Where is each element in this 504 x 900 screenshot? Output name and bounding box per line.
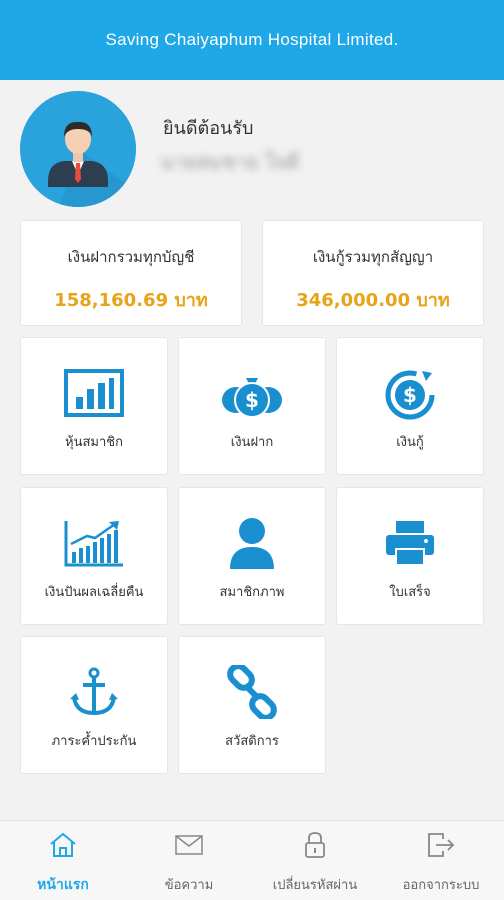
greeting-text: ยินดีต้อนรับ (163, 118, 254, 139)
nav-messages-label: ข้อความ (164, 878, 214, 893)
deposit-summary-value: 158,160.69 บาท (54, 290, 208, 311)
menu-loan[interactable]: $ เงินกู้ (336, 337, 484, 475)
menu-guarantee-label: ภาระค้ำประกัน (51, 734, 137, 749)
printer-icon (337, 514, 483, 572)
nav-logout-label: ออกจากระบบ (402, 878, 480, 893)
menu-dividend-label: เงินปันผลเฉลี่ยคืน (44, 585, 144, 600)
person-icon (179, 514, 325, 572)
nav-home[interactable]: หน้าแรก (0, 821, 126, 900)
loan-summary-card: เงินกู้รวมทุกสัญญา 346,000.00 บาท (262, 220, 484, 326)
menu-deposit-label: เงินฝาก (230, 435, 274, 450)
svg-text:$: $ (403, 383, 417, 407)
loan-summary-label: เงินกู้รวมทุกสัญญา (312, 248, 434, 266)
profile-section: ยินดีต้อนรับ นายสมชาย ใจดี (0, 80, 504, 215)
envelope-icon (126, 829, 252, 861)
menu-shares-label: หุ้นสมาชิก (65, 435, 123, 450)
loan-summary-value: 346,000.00 บาท (296, 290, 450, 311)
member-name: นายสมชาย ใจดี (160, 150, 300, 174)
deposit-summary-card: เงินฝากรวมทุกบัญชี 158,160.69 บาท (20, 220, 242, 326)
deposit-summary-label: เงินฝากรวมทุกบัญชี (67, 248, 195, 266)
home-icon (0, 829, 126, 861)
bar-chart-icon (21, 364, 167, 422)
nav-change-password[interactable]: เปลี่ยนรหัสผ่าน (252, 821, 378, 900)
menu-welfare[interactable]: สวัสดิการ (178, 636, 326, 774)
user-avatar-icon (20, 91, 136, 207)
menu-deposit[interactable]: $ เงินฝาก (178, 337, 326, 475)
menu-membership-label: สมาชิกภาพ (219, 585, 285, 600)
lock-icon (252, 829, 378, 861)
app-header: Saving Chaiyaphum Hospital Limited. (0, 0, 504, 80)
nav-home-label: หน้าแรก (37, 877, 89, 893)
menu-dividend[interactable]: เงินปันผลเฉลี่ยคืน (20, 487, 168, 625)
loan-dollar-icon: $ (337, 364, 483, 422)
menu-guarantee[interactable]: ภาระค้ำประกัน (20, 636, 168, 774)
nav-change-password-label: เปลี่ยนรหัสผ่าน (272, 878, 358, 893)
growth-chart-icon (21, 514, 167, 572)
menu-membership[interactable]: สมาชิกภาพ (178, 487, 326, 625)
menu-loan-label: เงินกู้ (396, 435, 424, 450)
menu-shares[interactable]: หุ้นสมาชิก (20, 337, 168, 475)
anchor-icon (21, 663, 167, 721)
nav-logout[interactable]: ออกจากระบบ (378, 821, 504, 900)
svg-text:$: $ (245, 388, 259, 412)
menu-welfare-label: สวัสดิการ (225, 734, 279, 749)
app-title: Saving Chaiyaphum Hospital Limited. (105, 30, 399, 49)
nav-messages[interactable]: ข้อความ (126, 821, 252, 900)
menu-receipt-label: ใบเสร็จ (389, 585, 431, 600)
money-bags-icon: $ (179, 364, 325, 422)
bottom-nav: หน้าแรก ข้อความ เปลี่ยนรหัสผ่าน ออกจากระ… (0, 820, 504, 900)
menu-receipt[interactable]: ใบเสร็จ (336, 487, 484, 625)
logout-icon (378, 829, 504, 861)
link-chain-icon (179, 663, 325, 721)
